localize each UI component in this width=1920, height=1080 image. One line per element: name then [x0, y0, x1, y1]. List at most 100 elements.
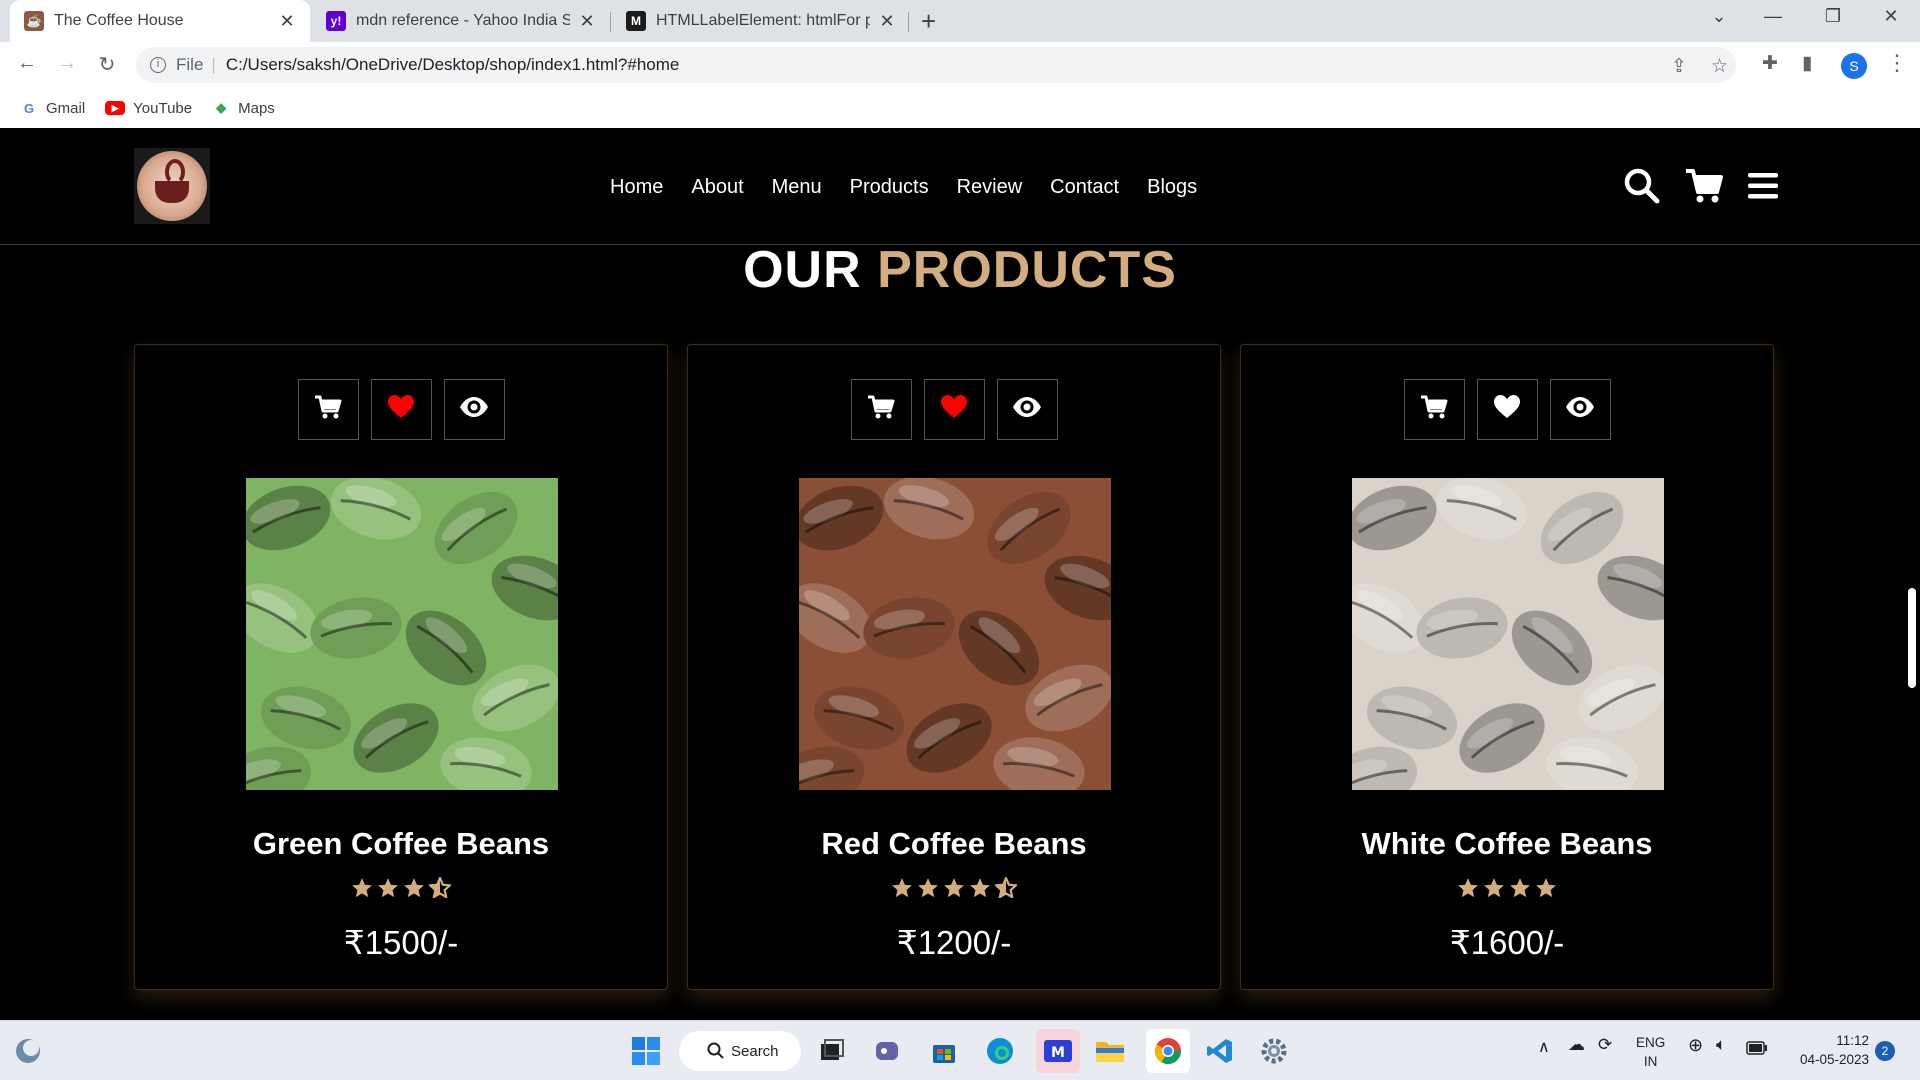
bookmark-maps[interactable]: ◆ Maps — [212, 99, 275, 117]
minimize-icon[interactable]: — — [1750, 6, 1796, 27]
restore-icon[interactable]: ❐ — [1810, 6, 1856, 27]
page-scrollbar[interactable] — [1908, 588, 1916, 688]
side-panel-icon[interactable]: ▮ — [1802, 52, 1812, 75]
main-navigation: Home About Menu Products Review Contact … — [610, 176, 1197, 199]
url-text[interactable]: C:/Users/saksh/OneDrive/Desktop/shop/ind… — [226, 55, 680, 75]
add-to-cart-button[interactable] — [850, 379, 912, 440]
bookmark-label: YouTube — [133, 99, 193, 117]
nav-about[interactable]: About — [691, 176, 743, 199]
tab-yahoo-search[interactable]: y! mdn reference - Yahoo India Sea ✕ — [312, 0, 610, 42]
wishlist-button[interactable] — [923, 379, 985, 440]
scheme-label: File — [176, 55, 204, 74]
bookmark-star-icon[interactable]: ☆ — [1711, 55, 1728, 78]
tab-search-chevron-icon[interactable]: ⌄ — [1696, 6, 1742, 27]
coffee-cup-icon — [155, 159, 189, 203]
extensions-puzzle-icon[interactable]: ✚ — [1762, 52, 1778, 75]
star-icon — [969, 877, 991, 903]
quick-view-button[interactable] — [443, 379, 505, 440]
star-icon — [377, 877, 399, 903]
maps-icon: ◆ — [216, 100, 227, 115]
heading-main: OUR — [743, 241, 862, 299]
product-card: White Coffee Beans ₹1600/- — [1240, 344, 1774, 990]
volume-icon[interactable]: 🔈︎ — [1716, 1035, 1726, 1055]
heading-accent: PRODUCTS — [877, 241, 1177, 299]
bookmark-gmail[interactable]: G Gmail — [20, 99, 85, 117]
product-card: Red Coffee Beans ₹1200/- — [687, 344, 1221, 990]
vscode-icon[interactable] — [1202, 1033, 1238, 1069]
new-tab-plus-icon[interactable]: + — [921, 6, 936, 37]
taskbar-search[interactable]: Search — [679, 1031, 801, 1071]
close-icon[interactable]: ✕ — [278, 11, 296, 32]
coffee-favicon-icon: ☕ — [24, 11, 44, 31]
eye-icon — [1012, 396, 1042, 423]
task-view-icon[interactable] — [814, 1033, 850, 1069]
tab-coffee-house[interactable]: ☕ The Coffee House ✕ — [10, 0, 310, 42]
clock-date: 04-05-2023 — [1799, 1052, 1869, 1067]
widgets-icon[interactable] — [10, 1033, 46, 1069]
cart-icon — [867, 394, 895, 425]
onedrive-cloud-icon[interactable]: ☁ — [1568, 1035, 1585, 1055]
file-explorer-icon[interactable] — [1092, 1033, 1128, 1069]
edge-browser-icon[interactable] — [982, 1033, 1018, 1069]
nav-contact[interactable]: Contact — [1050, 176, 1119, 199]
bookmark-youtube[interactable]: ▶ YouTube — [105, 100, 192, 117]
product-rating — [1241, 877, 1773, 903]
bookmarks-bar: G Gmail ▶ YouTube ◆ Maps — [0, 88, 1920, 128]
nav-products[interactable]: Products — [850, 176, 929, 199]
battery-icon[interactable] — [1746, 1041, 1768, 1058]
share-icon[interactable]: ⇪ — [1671, 55, 1687, 78]
address-bar[interactable]: i File | C:/Users/saksh/OneDrive/Desktop… — [136, 47, 1736, 83]
wishlist-button[interactable] — [1476, 379, 1538, 440]
product-rating — [688, 875, 1220, 903]
svg-text:M: M — [1051, 1045, 1065, 1061]
wishlist-button[interactable] — [370, 379, 432, 440]
add-to-cart-button[interactable] — [1403, 379, 1465, 440]
network-globe-icon[interactable]: ⊕ — [1688, 1035, 1703, 1056]
site-info-icon[interactable]: i — [150, 57, 166, 73]
nav-menu[interactable]: Menu — [772, 176, 822, 199]
cart-icon — [1420, 394, 1448, 425]
star-icon — [1535, 877, 1557, 903]
star-icon — [403, 877, 425, 903]
menu-kebab-icon[interactable]: ⋮ — [1886, 50, 1908, 76]
region-code: IN — [1643, 1054, 1658, 1069]
vs-app-icon[interactable]: M — [1036, 1029, 1080, 1073]
sync-icon[interactable]: ⟳ — [1598, 1035, 1612, 1055]
quick-view-button[interactable] — [1549, 379, 1611, 440]
tab-mdn-reference[interactable]: M HTMLLabelElement: htmlFor prop ✕ — [612, 0, 910, 42]
tray-overflow-chevron-icon[interactable]: ∧ — [1538, 1037, 1550, 1057]
notification-badge[interactable]: 2 — [1875, 1041, 1895, 1061]
system-clock[interactable]: 11:12 04-05-2023 — [1785, 1031, 1869, 1069]
product-name: Green Coffee Beans — [252, 826, 550, 861]
close-icon[interactable]: ✕ — [878, 11, 896, 32]
close-icon[interactable]: ✕ — [578, 11, 596, 32]
star-icon — [1509, 877, 1531, 903]
nav-blogs[interactable]: Blogs — [1147, 176, 1197, 199]
add-to-cart-button[interactable] — [297, 379, 359, 440]
reload-icon[interactable]: ↻ — [94, 52, 120, 77]
nav-review[interactable]: Review — [957, 176, 1023, 199]
cart-icon[interactable] — [1684, 166, 1724, 206]
search-icon[interactable] — [1622, 166, 1662, 206]
taskbar-search-label: Search — [731, 1042, 779, 1060]
google-icon: G — [23, 100, 35, 116]
quick-view-button[interactable] — [996, 379, 1058, 440]
forward-arrow-icon[interactable]: → — [54, 52, 80, 75]
card-actions — [1241, 379, 1773, 440]
coffee-house-logo[interactable] — [134, 148, 210, 224]
profile-avatar[interactable]: S — [1841, 53, 1867, 79]
back-arrow-icon[interactable]: ← — [14, 52, 40, 75]
teams-chat-icon[interactable] — [870, 1033, 906, 1069]
eye-icon — [1565, 396, 1595, 423]
chrome-icon[interactable] — [1146, 1029, 1190, 1073]
windows-start-icon[interactable] — [628, 1033, 664, 1069]
microsoft-store-icon[interactable] — [926, 1033, 962, 1069]
language-indicator[interactable]: ENG IN — [1636, 1033, 1665, 1071]
window-close-icon[interactable]: ✕ — [1868, 6, 1914, 27]
language-code: ENG — [1636, 1035, 1666, 1050]
mdn-favicon-icon: M — [626, 11, 646, 31]
product-image — [246, 478, 558, 790]
settings-gear-icon[interactable] — [1256, 1033, 1292, 1069]
hamburger-menu-icon[interactable] — [1744, 166, 1784, 206]
nav-home[interactable]: Home — [610, 176, 663, 199]
